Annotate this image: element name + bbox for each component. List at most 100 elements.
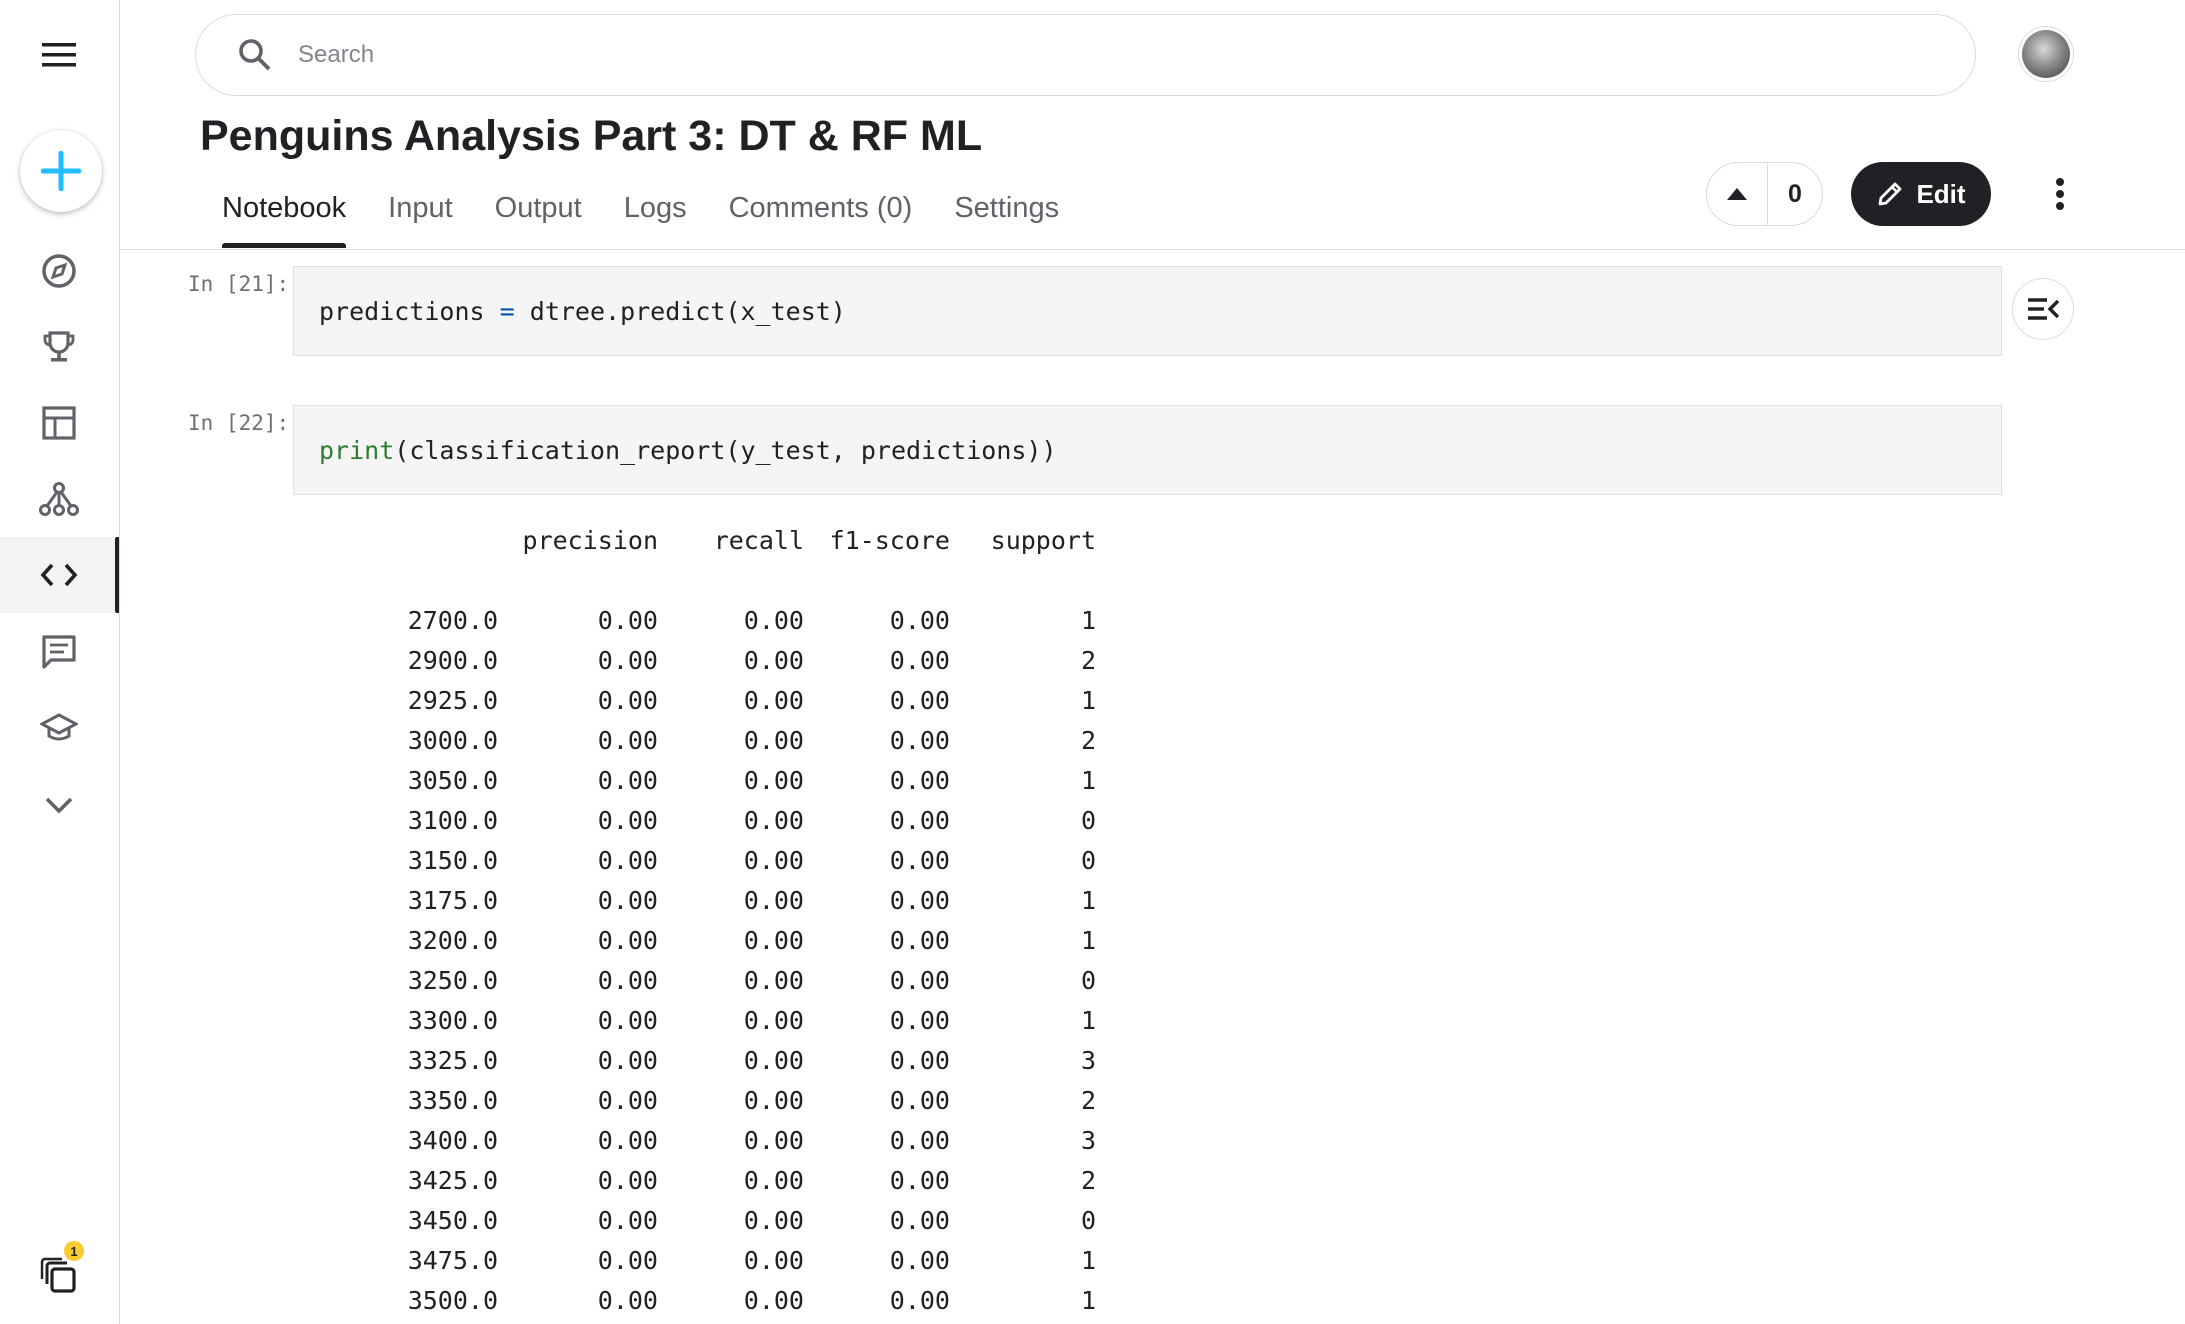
upvote-button[interactable] bbox=[1707, 163, 1768, 225]
sidebar-item-learn[interactable] bbox=[0, 703, 118, 753]
code-cell[interactable]: predictions = dtree.predict(x_test) bbox=[293, 266, 2002, 356]
more-vert-icon bbox=[2056, 178, 2064, 210]
notebook-tabs: Notebook Input Output Logs Comments (0) … bbox=[222, 180, 1101, 248]
report-row: 3400.0 0.00 0.00 0.00 3 bbox=[318, 1120, 1096, 1160]
report-cell: 0.00 bbox=[889, 685, 950, 715]
report-cell: 0.00 bbox=[889, 1045, 950, 1075]
tab-input[interactable]: Input bbox=[388, 180, 453, 248]
report-cell: 3300.0 bbox=[407, 1005, 498, 1035]
report-cell: 2 bbox=[1080, 1165, 1096, 1195]
report-cell: 0 bbox=[1080, 1205, 1096, 1235]
sidebar-item-discussions[interactable] bbox=[0, 627, 118, 677]
sidebar-item-models[interactable] bbox=[0, 474, 118, 524]
vote-control: 0 bbox=[1706, 162, 1823, 226]
code-builtin: print bbox=[319, 435, 395, 465]
report-cell: 0.00 bbox=[889, 965, 950, 995]
report-row: 3250.0 0.00 0.00 0.00 0 bbox=[318, 960, 1096, 1000]
report-cell: 2 bbox=[1080, 645, 1096, 675]
code-token: predictions bbox=[319, 296, 485, 326]
tab-notebook[interactable]: Notebook bbox=[222, 180, 347, 248]
report-cell: 0.00 bbox=[743, 845, 804, 875]
report-cell: 0.00 bbox=[743, 1125, 804, 1155]
cell-output: precision recall f1-score support 2700.0… bbox=[318, 520, 1096, 1320]
tab-settings[interactable]: Settings bbox=[954, 180, 1059, 248]
more-options-button[interactable] bbox=[2040, 168, 2080, 220]
report-cell: 0.00 bbox=[889, 1205, 950, 1235]
report-rows: 2700.0 0.00 0.00 0.00 1 2900.0 0.00 0.00 0.00 2 29… bbox=[318, 600, 1096, 1320]
tab-comments[interactable]: Comments (0) bbox=[729, 180, 913, 248]
report-cell: 0.00 bbox=[743, 725, 804, 755]
report-cell: 0.00 bbox=[597, 965, 658, 995]
report-cell: 3 bbox=[1080, 1125, 1096, 1155]
discussion-icon bbox=[42, 635, 76, 669]
report-cell: 0.00 bbox=[889, 1245, 950, 1275]
report-cell: 0.00 bbox=[889, 885, 950, 915]
report-cell: 0.00 bbox=[743, 885, 804, 915]
chevron-down-icon bbox=[45, 797, 73, 814]
report-cell: 3325.0 bbox=[407, 1045, 498, 1075]
avatar[interactable] bbox=[2022, 30, 2070, 78]
report-cell: 0.00 bbox=[597, 1045, 658, 1075]
report-cell: 2925.0 bbox=[407, 685, 498, 715]
report-cell: 0.00 bbox=[743, 965, 804, 995]
sidebar-item-code[interactable] bbox=[0, 537, 119, 613]
report-cell: 3200.0 bbox=[407, 925, 498, 955]
report-cell: 0.00 bbox=[597, 805, 658, 835]
report-cell: 0.00 bbox=[743, 1205, 804, 1235]
report-header-row: precision recall f1-score support bbox=[318, 520, 1096, 560]
caret-up-icon bbox=[1727, 188, 1747, 200]
search-bar[interactable] bbox=[195, 14, 1976, 96]
edit-button[interactable]: Edit bbox=[1851, 162, 1991, 226]
report-cell: 0.00 bbox=[889, 1085, 950, 1115]
report-row: 2925.0 0.00 0.00 0.00 1 bbox=[318, 680, 1096, 720]
report-cell: 0 bbox=[1080, 965, 1096, 995]
report-row: 3000.0 0.00 0.00 0.00 2 bbox=[318, 720, 1096, 760]
active-indicator bbox=[115, 537, 119, 613]
report-header-cell: f1-score bbox=[829, 525, 950, 555]
report-cell: 0.00 bbox=[743, 1085, 804, 1115]
sidebar-more-button[interactable] bbox=[0, 780, 118, 830]
report-cell: 1 bbox=[1080, 885, 1096, 915]
search-input[interactable] bbox=[296, 40, 1900, 70]
sidebar-item-competitions[interactable] bbox=[0, 322, 118, 372]
report-cell: 2900.0 bbox=[407, 645, 498, 675]
report-row: 3350.0 0.00 0.00 0.00 2 bbox=[318, 1080, 1096, 1120]
report-row: 3475.0 0.00 0.00 0.00 1 bbox=[318, 1240, 1096, 1280]
tab-output[interactable]: Output bbox=[495, 180, 582, 248]
pencil-icon bbox=[1879, 182, 1902, 206]
report-cell: 3 bbox=[1080, 1045, 1096, 1075]
report-cell: 0.00 bbox=[889, 805, 950, 835]
cell-prompt: In [21]: bbox=[188, 272, 290, 296]
table-of-contents-button[interactable] bbox=[2012, 278, 2074, 340]
report-row: 3100.0 0.00 0.00 0.00 0 bbox=[318, 800, 1096, 840]
report-cell: 0.00 bbox=[743, 765, 804, 795]
report-row: 3175.0 0.00 0.00 0.00 1 bbox=[318, 880, 1096, 920]
report-row: 3050.0 0.00 0.00 0.00 1 bbox=[318, 760, 1096, 800]
sidebar-nav: 1 bbox=[0, 0, 120, 1324]
report-cell: 0 bbox=[1080, 845, 1096, 875]
report-cell: 3500.0 bbox=[407, 1285, 498, 1315]
sidebar-item-datasets[interactable] bbox=[0, 398, 118, 448]
report-cell: 0.00 bbox=[597, 725, 658, 755]
sidebar-item-your-work[interactable] bbox=[0, 1248, 118, 1304]
report-cell: 0.00 bbox=[597, 1165, 658, 1195]
report-cell: 0.00 bbox=[743, 605, 804, 635]
report-cell: 0.00 bbox=[597, 765, 658, 795]
header-divider bbox=[119, 249, 2185, 250]
report-cell: 0.00 bbox=[743, 685, 804, 715]
report-cell: 0.00 bbox=[743, 805, 804, 835]
sidebar-item-explore[interactable] bbox=[0, 246, 118, 296]
report-cell: 0.00 bbox=[597, 1285, 658, 1315]
code-cell[interactable]: print (classification_report(y_test, pred… bbox=[293, 405, 2002, 495]
tab-logs[interactable]: Logs bbox=[624, 180, 687, 248]
report-cell: 0.00 bbox=[597, 885, 658, 915]
report-cell: 1 bbox=[1080, 685, 1096, 715]
menu-button[interactable] bbox=[0, 30, 118, 80]
report-cell: 0.00 bbox=[597, 845, 658, 875]
menu-icon bbox=[42, 43, 76, 67]
report-cell: 0.00 bbox=[889, 1125, 950, 1155]
report-cell: 0.00 bbox=[597, 1005, 658, 1035]
report-cell: 1 bbox=[1080, 1005, 1096, 1035]
report-cell: 0.00 bbox=[597, 1085, 658, 1115]
create-button[interactable] bbox=[20, 130, 102, 212]
